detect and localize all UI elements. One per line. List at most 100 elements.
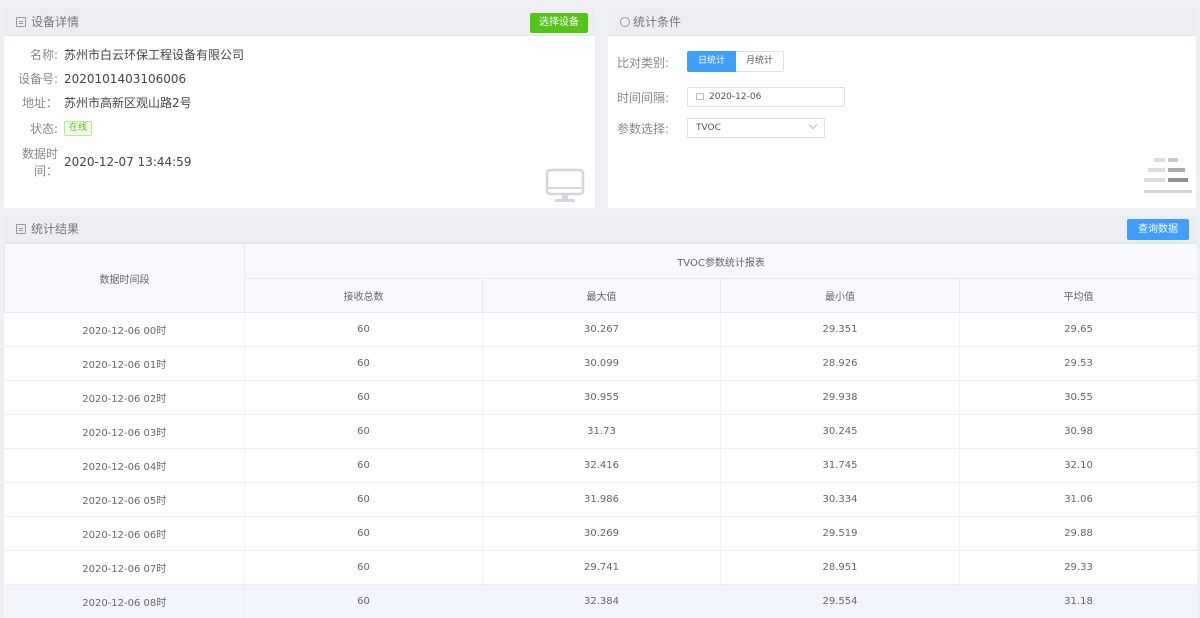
cell-min: 29.938 <box>720 380 960 415</box>
date-picker[interactable]: 2020-12-06 <box>687 87 845 107</box>
col-header-min: 最小值 <box>720 278 960 313</box>
cell-period: 2020-12-06 06时 <box>4 516 245 551</box>
query-data-button[interactable]: 查询数据 <box>1127 219 1189 240</box>
conditions-title: 统计条件 <box>633 15 682 29</box>
cell-min: 29.519 <box>720 516 960 551</box>
table-row[interactable]: 2020-12-06 08时 60 32.384 29.554 31.18 <box>4 584 1197 618</box>
device-details-panel: 设备详情 选择设备 名称: 苏州市白云环保工程设备有限公司 设备号: 20201… <box>4 8 595 208</box>
cell-avg: 32.10 <box>959 448 1197 483</box>
cell-min: 29.554 <box>720 584 960 618</box>
cell-max: 31.986 <box>482 482 721 517</box>
period-header: 数据时间段 <box>4 243 245 313</box>
table-row[interactable]: 2020-12-06 05时 60 31.986 30.334 31.06 <box>4 482 1197 517</box>
cell-max: 32.384 <box>482 584 721 618</box>
table-body: 2020-12-06 00时 60 30.267 29.351 29.65 2020-12… <box>4 312 1197 618</box>
device-name-value: 苏州市白云环保工程设备有限公司 <box>64 48 245 62</box>
cell-min: 31.745 <box>720 448 960 483</box>
device-name-row: 名称: 苏州市白云环保工程设备有限公司 <box>4 46 244 63</box>
cell-period: 2020-12-06 02时 <box>4 380 245 415</box>
cell-max: 29.741 <box>482 550 721 585</box>
stats-bars-icon <box>1144 158 1192 193</box>
cell-min: 29.351 <box>720 312 960 347</box>
device-name-label: 名称: <box>29 48 58 62</box>
device-id-value: 2020101403106006 <box>64 71 187 86</box>
device-address-label: 地址： <box>21 96 58 110</box>
col-header-avg: 平均值 <box>958 278 1197 313</box>
device-status-row: 状态: 在线 <box>4 120 93 137</box>
device-details-header: 设备详情 选择设备 <box>4 8 595 36</box>
calendar-icon <box>696 93 704 100</box>
device-status-label: 状态: <box>29 122 58 136</box>
cell-min: 30.334 <box>720 482 960 517</box>
cell-min: 30.245 <box>720 414 960 449</box>
param-value: TVOC <box>696 123 721 133</box>
param-select[interactable]: TVOC <box>687 118 825 138</box>
device-address-value: 苏州市高新区观山路2号 <box>64 96 192 110</box>
compare-type-toggle: 日统计 月统计 <box>687 51 785 72</box>
list-icon <box>16 223 26 234</box>
list-icon <box>16 16 26 27</box>
cell-avg: 30.55 <box>959 380 1197 415</box>
cell-period: 2020-12-06 05时 <box>4 482 245 517</box>
interval-label: 时间间隔: <box>617 91 670 105</box>
table-row[interactable]: 2020-12-06 02时 60 30.955 29.938 30.55 <box>4 380 1197 415</box>
cell-avg: 29.88 <box>959 516 1197 551</box>
table-row[interactable]: 2020-12-06 01时 60 30.099 28.926 29.53 <box>4 346 1197 381</box>
device-id-label: 设备号: <box>17 72 58 86</box>
cell-max: 30.267 <box>482 312 721 347</box>
cell-avg: 31.18 <box>959 584 1197 618</box>
cell-count: 60 <box>244 550 483 585</box>
compare-type-label: 比对类别: <box>617 56 670 70</box>
device-datatime-value: 2020-12-07 13:44:59 <box>64 155 192 169</box>
cell-avg: 30.98 <box>959 414 1197 449</box>
conditions-header: 统计条件 <box>608 8 1196 36</box>
table-row[interactable]: 2020-12-06 00时 60 30.267 29.351 29.65 <box>4 312 1197 347</box>
cell-count: 60 <box>244 516 483 551</box>
status-badge: 在线 <box>64 121 93 136</box>
device-address-row: 地址： 苏州市高新区观山路2号 <box>4 94 192 111</box>
table-row[interactable]: 2020-12-06 06时 60 30.269 29.519 29.88 <box>4 516 1197 551</box>
col-header-count: 接收总数 <box>244 278 483 313</box>
table-row[interactable]: 2020-12-06 07时 60 29.741 28.951 29.33 <box>4 550 1197 585</box>
result-title: 统计结果 <box>31 222 80 236</box>
cell-max: 32.416 <box>482 448 721 483</box>
cell-max: 30.955 <box>482 380 721 415</box>
cell-count: 60 <box>244 584 483 618</box>
device-datatime-row: 数据时间： 2020-12-07 13:44:59 <box>4 145 191 179</box>
monthly-stat-button[interactable]: 月统计 <box>736 51 785 72</box>
cell-period: 2020-12-06 03时 <box>4 414 245 449</box>
statistics-table: 数据时间段 TVOC参数统计报表 接收总数 最大值 最小值 平均值 2020-1… <box>4 243 1197 618</box>
cell-avg: 31.06 <box>959 482 1197 517</box>
param-label: 参数选择: <box>617 122 670 136</box>
cell-max: 30.099 <box>482 346 721 381</box>
cell-period: 2020-12-06 00时 <box>4 312 245 347</box>
col-header-max: 最大值 <box>482 278 721 313</box>
cell-period: 2020-12-06 04时 <box>4 448 245 483</box>
daily-stat-button[interactable]: 日统计 <box>687 51 737 72</box>
chevron-down-icon <box>808 120 818 130</box>
statistics-result-panel: 统计结果 查询数据 数据时间段 TVOC参数统计报表 接收总数 最大值 最小值 … <box>4 215 1197 618</box>
result-header: 统计结果 查询数据 <box>4 215 1197 243</box>
cell-period: 2020-12-06 01时 <box>4 346 245 381</box>
cell-period: 2020-12-06 08时 <box>4 584 245 618</box>
cell-count: 60 <box>244 448 483 483</box>
table-row[interactable]: 2020-12-06 03时 60 31.73 30.245 30.98 <box>4 414 1197 449</box>
table-row[interactable]: 2020-12-06 04时 60 32.416 31.745 32.10 <box>4 448 1197 483</box>
cell-max: 31.73 <box>482 414 721 449</box>
monitor-icon <box>545 168 585 202</box>
circle-icon <box>620 16 630 27</box>
cell-count: 60 <box>244 482 483 517</box>
cell-min: 28.926 <box>720 346 960 381</box>
cell-avg: 29.33 <box>959 550 1197 585</box>
cell-avg: 29.53 <box>959 346 1197 381</box>
device-details-title: 设备详情 <box>31 15 80 29</box>
cell-avg: 29.65 <box>959 312 1197 347</box>
cell-max: 30.269 <box>482 516 721 551</box>
cell-period: 2020-12-06 07时 <box>4 550 245 585</box>
device-id-row: 设备号: 2020101403106006 <box>4 70 186 87</box>
date-value: 2020-12-06 <box>709 92 762 102</box>
report-title: TVOC参数统计报表 <box>243 243 1197 279</box>
cell-count: 60 <box>244 414 483 449</box>
select-device-button[interactable]: 选择设备 <box>530 13 588 33</box>
cell-min: 28.951 <box>720 550 960 585</box>
